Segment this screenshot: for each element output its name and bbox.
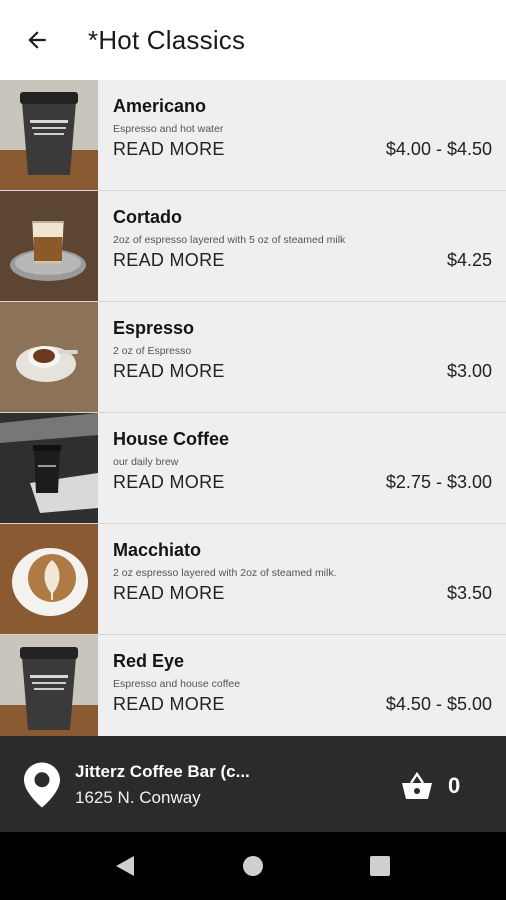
item-name: Americano xyxy=(113,96,207,116)
item-description: our daily brew xyxy=(113,456,179,468)
nav-home-icon[interactable] xyxy=(243,856,263,876)
cart-count: 0 xyxy=(448,773,461,798)
store-name: Jitterz Coffee Bar (c... xyxy=(75,762,250,781)
nav-back-icon[interactable] xyxy=(114,854,136,878)
menu-item-americano[interactable]: Americano Espresso and hot water READ MO… xyxy=(0,80,506,191)
item-name: House Coffee xyxy=(113,429,230,449)
item-image xyxy=(0,413,98,523)
item-description: Espresso and hot water xyxy=(113,123,224,135)
item-image xyxy=(0,80,98,190)
menu-item-macchiato[interactable]: Macchiato 2 oz espresso layered with 2oz… xyxy=(0,524,506,635)
read-more-link[interactable]: READ MORE xyxy=(113,583,225,604)
app-bar: *Hot Classics xyxy=(0,0,506,80)
item-image xyxy=(0,191,98,301)
item-description: 2 oz espresso layered with 2oz of steame… xyxy=(113,567,337,579)
store-address: 1625 N. Conway xyxy=(75,788,201,807)
item-image xyxy=(0,524,98,634)
read-more-link[interactable]: READ MORE xyxy=(113,139,225,160)
item-image xyxy=(0,302,98,412)
item-price: $4.25 xyxy=(446,250,492,270)
cart-button[interactable]: 0 xyxy=(400,766,480,806)
menu-item-espresso[interactable]: Espresso 2 oz of Espresso READ MORE $3.0… xyxy=(0,302,506,413)
item-name: Red Eye xyxy=(113,651,185,671)
item-price: $3.00 xyxy=(446,361,492,381)
item-name: Cortado xyxy=(113,207,182,227)
back-button[interactable] xyxy=(0,0,74,80)
menu-item-cortado[interactable]: Cortado 2oz of espresso layered with 5 o… xyxy=(0,191,506,302)
menu-list: Americano Espresso and hot water READ MO… xyxy=(0,80,506,736)
item-description: 2oz of espresso layered with 5 oz of ste… xyxy=(113,234,346,246)
item-image xyxy=(0,635,98,736)
read-more-link[interactable]: READ MORE xyxy=(113,361,225,382)
item-price: $3.50 xyxy=(446,583,492,603)
menu-item-red-eye[interactable]: Red Eye Espresso and house coffee READ M… xyxy=(0,635,506,736)
basket-icon xyxy=(402,771,432,799)
item-description: 2 oz of Espresso xyxy=(113,345,192,357)
item-description: Espresso and house coffee xyxy=(113,678,241,690)
page-title: *Hot Classics xyxy=(88,24,246,55)
item-price: $4.50 - $5.00 xyxy=(385,694,492,714)
read-more-link[interactable]: READ MORE xyxy=(113,472,225,493)
item-name: Espresso xyxy=(113,318,195,338)
arrow-left-icon xyxy=(28,31,46,49)
read-more-link[interactable]: READ MORE xyxy=(113,250,225,271)
store-bar[interactable]: Jitterz Coffee Bar (c... 1625 N. Conway … xyxy=(0,736,506,832)
menu-item-house-coffee[interactable]: House Coffee our daily brew READ MORE $2… xyxy=(0,413,506,524)
item-price: $4.00 - $4.50 xyxy=(385,139,492,159)
system-nav-bar xyxy=(0,832,506,900)
location-pin-icon xyxy=(24,762,60,808)
nav-recents-icon[interactable] xyxy=(370,856,390,876)
read-more-link[interactable]: READ MORE xyxy=(113,694,225,715)
item-price: $2.75 - $3.00 xyxy=(385,472,492,492)
item-name: Macchiato xyxy=(113,540,202,560)
